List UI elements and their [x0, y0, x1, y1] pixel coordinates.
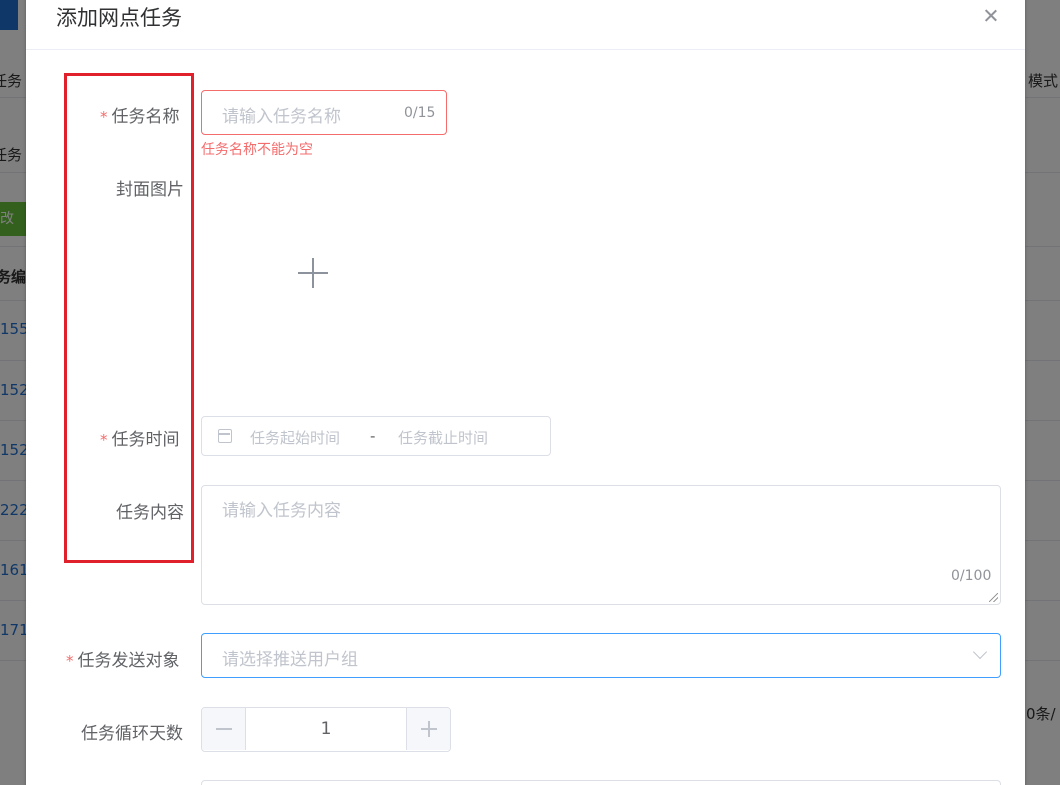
task-content-count: 0/100 [951, 568, 992, 584]
required-mark: * [66, 652, 74, 670]
task-content-placeholder: 请输入任务内容 [222, 501, 341, 521]
cycle-days-stepper[interactable]: 1 [201, 707, 451, 752]
annotation-highlight-box [64, 73, 194, 563]
cycle-days-value[interactable]: 1 [246, 719, 406, 739]
plus-icon[interactable] [298, 258, 328, 288]
calendar-icon [218, 429, 232, 443]
range-separator: - [370, 427, 376, 445]
send-target-select[interactable]: 请选择推送用户组 [201, 633, 1001, 678]
decrease-button[interactable] [202, 708, 246, 750]
chevron-down-icon[interactable] [972, 644, 988, 660]
send-target-placeholder: 请选择推送用户组 [222, 650, 358, 670]
task-name-input[interactable]: 请输入任务名称 0/15 [201, 90, 447, 135]
task-time-range-picker[interactable]: 任务起始时间 - 任务截止时间 [201, 416, 551, 456]
send-target-label-text: 任务发送对象 [77, 651, 180, 671]
dialog-title: 添加网点任务 [56, 6, 182, 30]
plus-icon [421, 721, 437, 737]
increase-button[interactable] [406, 708, 450, 750]
dialog-header: 添加网点任务 [26, 0, 1025, 50]
task-name-placeholder: 请输入任务名称 [222, 107, 341, 127]
cycle-days-label: 任务循环天数 [81, 724, 183, 744]
task-start-time-input[interactable]: 任务起始时间 [250, 427, 340, 448]
cover-image-uploader[interactable] [201, 166, 425, 376]
task-content-textarea[interactable]: 请输入任务内容 0/100 [201, 485, 1001, 605]
resize-handle-icon[interactable] [989, 593, 998, 602]
task-name-error: 任务名称不能为空 [201, 142, 313, 158]
close-icon[interactable] [981, 6, 1001, 26]
add-task-dialog: 添加网点任务 * 任务名称 请输入任务名称 0/15 任务名称不能为空 封面图片 … [26, 0, 1025, 785]
task-end-time-input[interactable]: 任务截止时间 [398, 427, 488, 448]
next-field-input[interactable] [201, 780, 1001, 785]
task-name-count: 0/15 [404, 105, 436, 121]
send-target-label: * 任务发送对象 [66, 646, 180, 671]
minus-icon [216, 728, 232, 730]
